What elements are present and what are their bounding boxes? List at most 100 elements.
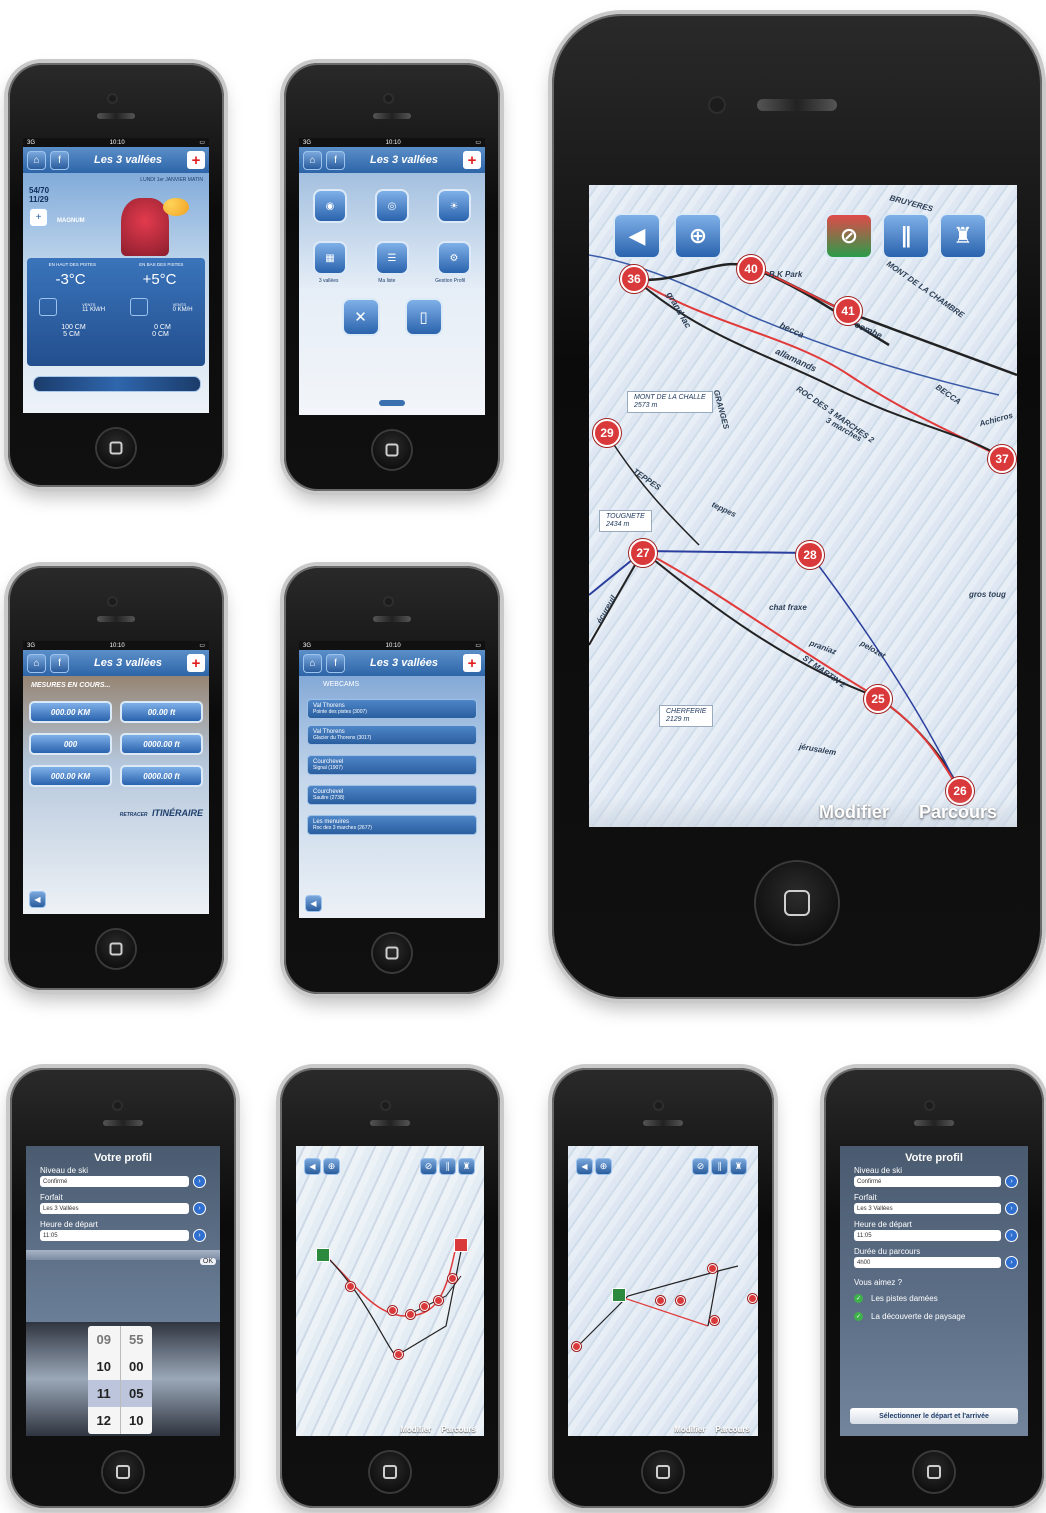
chevron-right-icon[interactable]: ›	[193, 1175, 206, 1188]
camera-button[interactable]: ◎	[375, 189, 409, 223]
route-marker-dot[interactable]	[434, 1296, 443, 1305]
picker-minute[interactable]: 10	[121, 1407, 153, 1434]
home-icon[interactable]: ⌂	[303, 150, 322, 170]
filter-button[interactable]: ⊘	[825, 213, 873, 259]
route-marker-dot[interactable]	[420, 1302, 429, 1311]
itinerary-link[interactable]: ITINÉRAIRE	[152, 808, 203, 818]
time-picker[interactable]: 09 10 11 12 55 00 05 10	[26, 1322, 220, 1436]
emergency-icon[interactable]: +	[463, 654, 481, 672]
add-icon[interactable]: +	[29, 208, 48, 227]
back-button[interactable]: ◀	[613, 213, 661, 259]
weather-button[interactable]: ☀	[437, 189, 471, 223]
restaurant-icon[interactable]: ∥	[439, 1158, 456, 1175]
list-button[interactable]: ☰	[375, 241, 409, 275]
modify-button[interactable]: Modifier	[400, 1425, 431, 1434]
locate-button[interactable]: ⊕	[674, 213, 722, 259]
departure-field[interactable]: 11:05	[40, 1230, 189, 1241]
picker-hour-selected[interactable]: 11	[88, 1380, 120, 1407]
checkmark-icon[interactable]: ✓	[854, 1312, 863, 1321]
facebook-icon[interactable]: f	[50, 653, 69, 673]
facebook-icon[interactable]: f	[326, 653, 345, 673]
departure-field[interactable]: 11:05	[854, 1230, 1001, 1241]
phone-button[interactable]: ▯	[404, 298, 443, 336]
map-overview-screen[interactable]: ◀ ⊕ ⊘ ∥ ♜ Modifier Parcours	[296, 1146, 484, 1436]
back-icon[interactable]: ◀	[576, 1158, 593, 1175]
like-option-scenery[interactable]: La découverte de paysage	[871, 1312, 965, 1321]
route-marker-dot[interactable]	[748, 1294, 757, 1303]
home-icon[interactable]: ⌂	[303, 653, 322, 673]
home-button[interactable]	[370, 1452, 410, 1492]
route-button[interactable]: Parcours	[919, 802, 997, 823]
facebook-icon[interactable]: f	[50, 150, 69, 170]
ok-button[interactable]: OK	[199, 1258, 216, 1265]
route-marker-dot[interactable]	[656, 1296, 665, 1305]
ski-level-field[interactable]: Confirmé	[854, 1176, 1001, 1187]
like-option-groomed[interactable]: Les pistes damées	[871, 1294, 938, 1303]
home-button[interactable]	[97, 429, 135, 467]
pass-field[interactable]: Les 3 Vallées	[40, 1203, 189, 1214]
route-marker-dot[interactable]	[346, 1282, 355, 1291]
chevron-right-icon[interactable]: ›	[1005, 1256, 1018, 1269]
modify-button[interactable]: Modifier	[819, 802, 889, 823]
home-button[interactable]	[914, 1452, 954, 1492]
locate-icon[interactable]: ⊕	[323, 1158, 340, 1175]
route-marker[interactable]: 37	[988, 445, 1016, 473]
home-button[interactable]	[103, 1452, 143, 1492]
route-marker-dot[interactable]	[708, 1264, 717, 1273]
chevron-right-icon[interactable]: ›	[1005, 1229, 1018, 1242]
route-marker-dot[interactable]	[406, 1310, 415, 1319]
main-map-screen[interactable]: ◀ ⊕ ⊘ ∥ ♜ 36 40 41 29 37 27 28 25 26 MON…	[589, 185, 1017, 827]
route-marker-dot[interactable]	[448, 1274, 457, 1283]
restaurant-icon[interactable]: ∥	[711, 1158, 728, 1175]
home-button[interactable]	[643, 1452, 683, 1492]
route-marker-dot[interactable]	[572, 1342, 581, 1351]
back-icon[interactable]: ◀	[304, 1158, 321, 1175]
chevron-right-icon[interactable]: ›	[193, 1202, 206, 1215]
forecast-bar[interactable]	[33, 376, 201, 392]
list-item[interactable]: Val Thorens Glacier du Thorens (3017)	[307, 725, 477, 745]
home-button[interactable]	[756, 862, 838, 944]
ski-level-field[interactable]: Confirmé	[40, 1176, 189, 1187]
route-marker[interactable]: 40	[737, 255, 765, 283]
modify-button[interactable]: Modifier	[674, 1425, 705, 1434]
locate-icon[interactable]: ⊕	[595, 1158, 612, 1175]
picker-hour[interactable]: 10	[88, 1353, 120, 1380]
filter-icon[interactable]: ⊘	[420, 1158, 437, 1175]
chevron-right-icon[interactable]: ›	[1005, 1175, 1018, 1188]
chef-hat-icon[interactable]: ♜	[458, 1158, 475, 1175]
picker-minute[interactable]: 55	[121, 1326, 153, 1353]
route-marker-dot[interactable]	[676, 1296, 685, 1305]
map-zoom-screen[interactable]: ◀ ⊕ ⊘ ∥ ♜ Modifier Parcours	[568, 1146, 758, 1436]
chevron-right-icon[interactable]: ›	[193, 1229, 206, 1242]
emergency-icon[interactable]: +	[187, 151, 205, 169]
emergency-icon[interactable]: +	[187, 654, 205, 672]
pass-field[interactable]: Les 3 Vallées	[854, 1203, 1001, 1214]
checkmark-icon[interactable]: ✓	[854, 1294, 863, 1303]
chef-hat-icon[interactable]: ♜	[730, 1158, 747, 1175]
route-marker[interactable]: 36	[620, 265, 648, 293]
picker-hour[interactable]: 09	[88, 1326, 120, 1353]
list-item[interactable]: Val Thorens Pointe des pistes (3007)	[307, 699, 477, 719]
list-item[interactable]: Les menuires Roc des 3 marches (2677)	[307, 815, 477, 835]
route-marker[interactable]: 29	[593, 419, 621, 447]
restaurant-button[interactable]: ✕	[341, 298, 380, 336]
list-item[interactable]: Courchevel Signal (1907)	[307, 755, 477, 775]
home-button[interactable]	[373, 934, 411, 972]
home-icon[interactable]: ⌂	[27, 150, 46, 170]
route-marker[interactable]: 27	[629, 539, 657, 567]
route-marker-dot[interactable]	[394, 1350, 403, 1359]
picker-minute-selected[interactable]: 05	[120, 1380, 152, 1407]
home-button[interactable]	[97, 930, 135, 968]
back-icon[interactable]: ◀	[29, 891, 46, 908]
home-icon[interactable]: ⌂	[27, 653, 46, 673]
filter-icon[interactable]: ⊘	[692, 1158, 709, 1175]
route-marker-dot[interactable]	[388, 1306, 397, 1315]
chef-hat-button[interactable]: ♜	[939, 213, 987, 259]
restaurant-button[interactable]: ∥	[882, 213, 930, 259]
select-start-end-button[interactable]: Sélectionner le départ et l'arrivée	[850, 1408, 1018, 1424]
chevron-right-icon[interactable]: ›	[1005, 1202, 1018, 1215]
route-marker[interactable]: 28	[796, 541, 824, 569]
route-marker[interactable]: 25	[864, 685, 892, 713]
route-button[interactable]: Parcours	[441, 1425, 476, 1434]
picker-hour[interactable]: 12	[88, 1407, 120, 1434]
